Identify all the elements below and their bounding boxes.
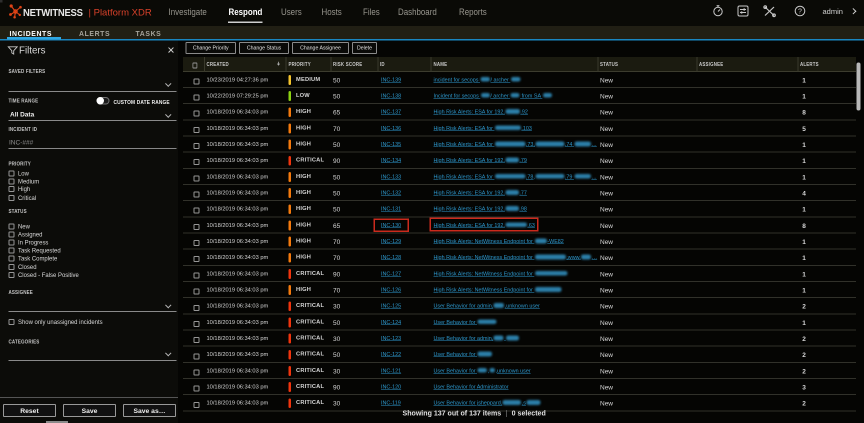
svg-text:?: ? — [798, 9, 802, 16]
